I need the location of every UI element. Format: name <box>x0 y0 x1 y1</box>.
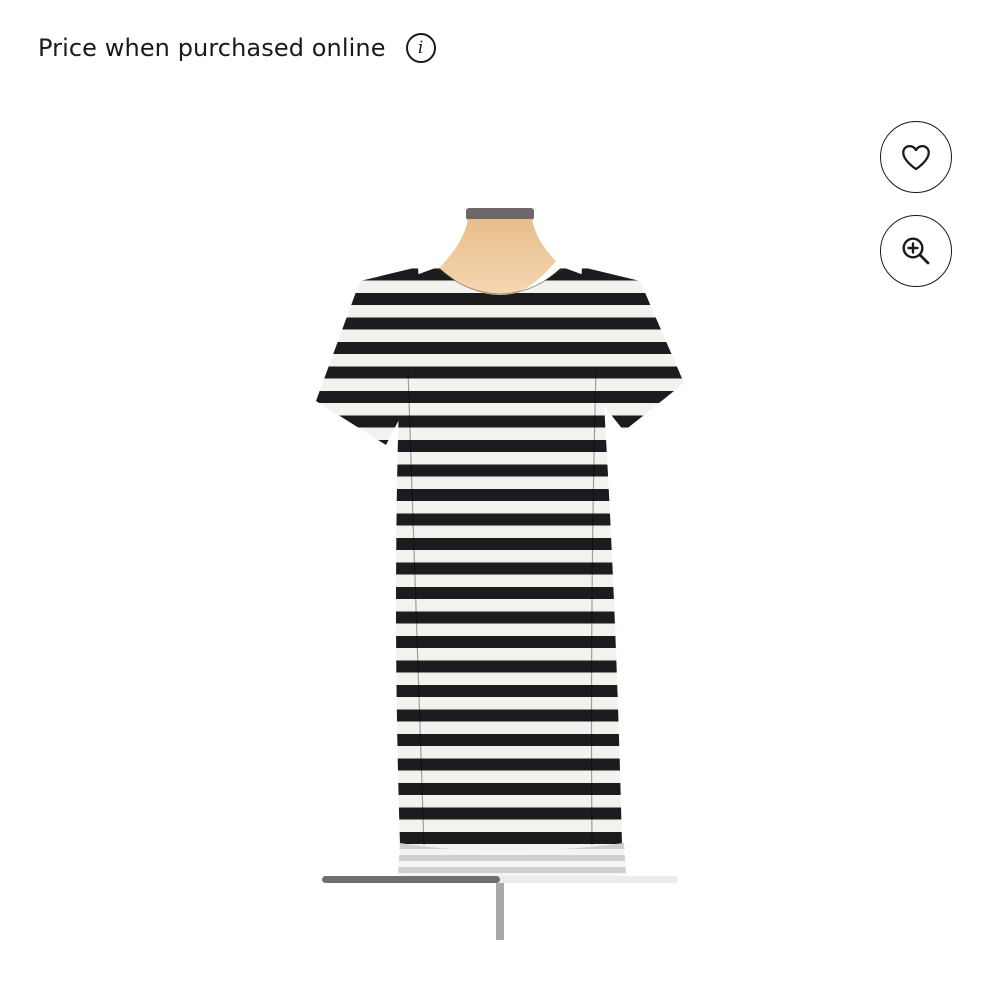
dress-body <box>396 267 622 854</box>
heart-icon <box>902 144 930 171</box>
carousel-scrollbar[interactable] <box>322 876 678 883</box>
price-label: Price when purchased online <box>38 34 386 62</box>
mannequin-cap <box>466 208 534 220</box>
price-header: Price when purchased online i <box>38 28 436 68</box>
favorite-button[interactable] <box>880 121 952 193</box>
mannequin-stand <box>496 875 504 940</box>
product-image[interactable] <box>300 195 700 955</box>
zoom-button[interactable] <box>880 215 952 287</box>
carousel-scroll-thumb[interactable] <box>322 876 500 883</box>
info-icon[interactable]: i <box>405 33 436 63</box>
zoom-in-icon <box>902 237 930 265</box>
